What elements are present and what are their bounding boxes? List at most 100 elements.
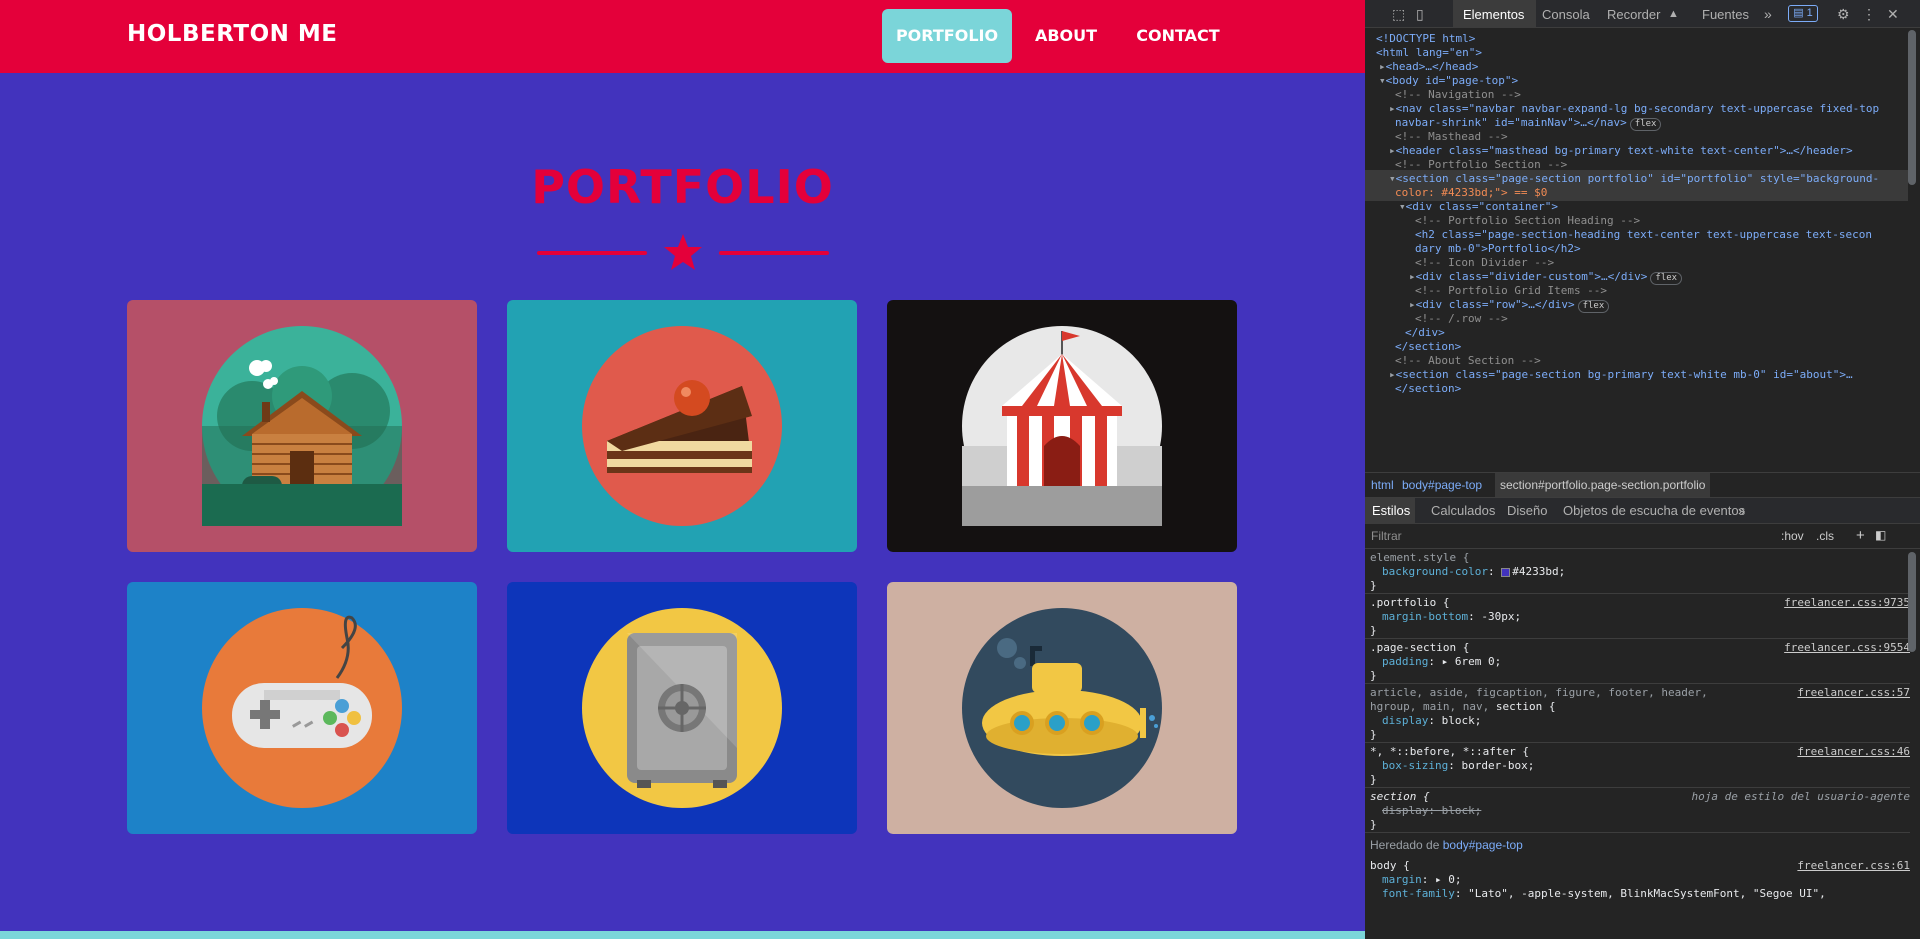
nav-about-link[interactable]: ABOUT xyxy=(1026,9,1106,63)
breadcrumb-html[interactable]: html xyxy=(1371,473,1394,497)
rule-selector[interactable]: .portfolio { xyxy=(1370,596,1449,609)
rule-property[interactable]: margin-bottom xyxy=(1382,610,1468,623)
rule-value[interactable]: border-box; xyxy=(1461,759,1534,772)
issues-badge[interactable]: ▤ 1 xyxy=(1788,5,1818,22)
tab-recorder[interactable]: Recorder xyxy=(1607,7,1660,22)
rule-value[interactable]: "Lato", -apple-system, BlinkMacSystemFon… xyxy=(1468,887,1826,900)
nav-contact-link[interactable]: CONTACT xyxy=(1128,9,1228,63)
rule-close: } xyxy=(1370,624,1377,637)
tab-elements[interactable]: Elementos xyxy=(1463,7,1524,22)
filter-input[interactable]: Filtrar xyxy=(1371,529,1671,543)
flask-icon: ▲ xyxy=(1668,8,1679,20)
rule-close: } xyxy=(1370,669,1377,682)
rule-selector[interactable]: .page-section { xyxy=(1370,641,1469,654)
navbar: HOLBERTON ME PORTFOLIO ABOUT CONTACT xyxy=(0,0,1365,73)
rule-value[interactable]: ▸ 6rem 0; xyxy=(1442,655,1502,668)
styles-filter-bar: Filtrar :hov .cls + ◧ xyxy=(1365,525,1920,549)
rule-value[interactable]: block; xyxy=(1442,714,1482,727)
tab-styles[interactable]: Estilos xyxy=(1372,503,1410,518)
rule-source-link[interactable]: freelancer.css:9554 xyxy=(1784,641,1910,655)
rule-close: } xyxy=(1370,773,1377,786)
divider-line-left xyxy=(537,251,647,255)
rule-value[interactable]: #4233bd; xyxy=(1512,565,1565,578)
rule-property[interactable]: margin xyxy=(1382,873,1422,886)
breadcrumb-body[interactable]: body#page-top xyxy=(1402,473,1482,497)
rule-selector[interactable]: section { xyxy=(1370,790,1430,803)
rule-overridden-declaration[interactable]: display: block; xyxy=(1382,804,1481,817)
rule-property[interactable]: font-family xyxy=(1382,887,1455,900)
safe-icon xyxy=(582,608,782,808)
screen: HOLBERTON ME PORTFOLIO ABOUT CONTACT POR… xyxy=(0,0,1920,939)
flex-badge[interactable]: flex xyxy=(1650,272,1683,285)
hov-toggle[interactable]: :hov xyxy=(1781,529,1804,543)
tab-event-listeners[interactable]: Objetos de escucha de eventos xyxy=(1563,503,1745,518)
css-rule: element.style { background-color: #4233b… xyxy=(1365,551,1910,594)
portfolio-card-safe[interactable] xyxy=(507,582,857,834)
rule-source-link[interactable]: freelancer.css:9735 xyxy=(1784,596,1910,610)
inherited-link[interactable]: body#page-top xyxy=(1443,838,1523,852)
inspect-element-icon[interactable]: ⬚ xyxy=(1392,6,1405,23)
device-toolbar-icon[interactable]: ▯ xyxy=(1416,6,1424,23)
portfolio-page: HOLBERTON ME PORTFOLIO ABOUT CONTACT POR… xyxy=(0,0,1365,939)
flex-badge[interactable]: flex xyxy=(1629,118,1662,131)
rule-selector[interactable]: body { xyxy=(1370,859,1410,872)
portfolio-card-cake[interactable] xyxy=(507,300,857,552)
rule-close: } xyxy=(1370,818,1377,831)
rule-source-link[interactable]: freelancer.css:46 xyxy=(1797,745,1910,759)
devtools-panel: ⬚ ▯ Elementos Consola Recorder ▲ Fuentes… xyxy=(1365,0,1920,939)
rule-selector[interactable]: article, aside, figcaption, figure, foot… xyxy=(1370,686,1708,699)
chat-icon: ▤ xyxy=(1793,7,1807,19)
rule-property[interactable]: box-sizing xyxy=(1382,759,1448,772)
rule-property[interactable]: display xyxy=(1382,714,1428,727)
breadcrumb-section[interactable]: section#portfolio.page-section.portfolio xyxy=(1495,473,1711,497)
flex-badge[interactable]: flex xyxy=(1577,300,1610,313)
rule-property[interactable]: padding xyxy=(1382,655,1428,668)
styles-scrollbar[interactable] xyxy=(1908,552,1916,652)
tab-computed[interactable]: Calculados xyxy=(1431,503,1495,518)
css-rule: .page-section { freelancer.css:9554 paddi… xyxy=(1365,641,1910,684)
rule-selector[interactable]: *, *::before, *::after { xyxy=(1370,745,1529,758)
cake-icon xyxy=(582,326,782,526)
nav-portfolio-link[interactable]: PORTFOLIO xyxy=(882,9,1012,63)
cls-toggle[interactable]: .cls xyxy=(1816,529,1834,543)
star-icon xyxy=(664,234,702,270)
rule-value[interactable]: -30px; xyxy=(1481,610,1521,623)
sidebar-toggle-icon[interactable]: ◧ xyxy=(1875,528,1886,542)
dom-scrollbar[interactable] xyxy=(1908,30,1916,185)
portfolio-card-circus[interactable] xyxy=(887,300,1237,552)
dom-about-close: </section> xyxy=(1395,382,1462,395)
portfolio-card-submarine[interactable] xyxy=(887,582,1237,834)
css-rule: body {freelancer.css:61 margin: ▸ 0; fon… xyxy=(1370,859,1910,900)
gear-icon[interactable]: ⚙ xyxy=(1837,6,1850,23)
rule-selector-match[interactable]: section { xyxy=(1496,700,1556,713)
rule-value[interactable]: ▸ 0; xyxy=(1435,873,1462,886)
styles-pane: element.style { background-color: #4233b… xyxy=(1365,551,1920,939)
rule-selector[interactable]: element.style { xyxy=(1370,551,1469,564)
kebab-menu-icon[interactable]: ⋮ xyxy=(1862,6,1876,23)
rule-source-link[interactable]: freelancer.css:57 xyxy=(1797,686,1910,700)
new-rule-button[interactable]: + xyxy=(1856,527,1865,544)
more-tabs-icon[interactable]: » xyxy=(1738,503,1745,518)
brand-logo[interactable]: HOLBERTON ME xyxy=(127,21,337,47)
tab-layout[interactable]: Diseño xyxy=(1507,503,1547,518)
rule-property[interactable]: background-color xyxy=(1382,565,1488,578)
portfolio-card-cabin[interactable] xyxy=(127,300,477,552)
portfolio-card-game-controller[interactable] xyxy=(127,582,477,834)
color-swatch[interactable] xyxy=(1501,567,1511,577)
issues-count: 1 xyxy=(1806,7,1813,19)
dom-node[interactable]: </section> xyxy=(1365,380,1461,397)
divider-line-right xyxy=(719,251,829,255)
rule-selector[interactable]: hgroup, main, nav, xyxy=(1370,700,1496,713)
dom-about-section: <section class="page-section bg-primary … xyxy=(1395,368,1853,381)
submarine-icon xyxy=(962,608,1162,808)
cabin-icon xyxy=(202,326,402,526)
tab-sources[interactable]: Fuentes xyxy=(1702,7,1749,22)
page-bottom-strip xyxy=(0,931,1365,939)
more-tabs-icon[interactable]: » xyxy=(1764,6,1772,22)
rule-source-link[interactable]: freelancer.css:61 xyxy=(1797,859,1910,873)
inherited-label: Heredado de xyxy=(1370,838,1443,852)
circus-tent-icon xyxy=(962,326,1162,526)
close-icon[interactable]: ✕ xyxy=(1887,6,1899,23)
tab-console[interactable]: Consola xyxy=(1542,7,1590,22)
devtools-tabbar: ⬚ ▯ Elementos Consola Recorder ▲ Fuentes… xyxy=(1365,0,1920,28)
